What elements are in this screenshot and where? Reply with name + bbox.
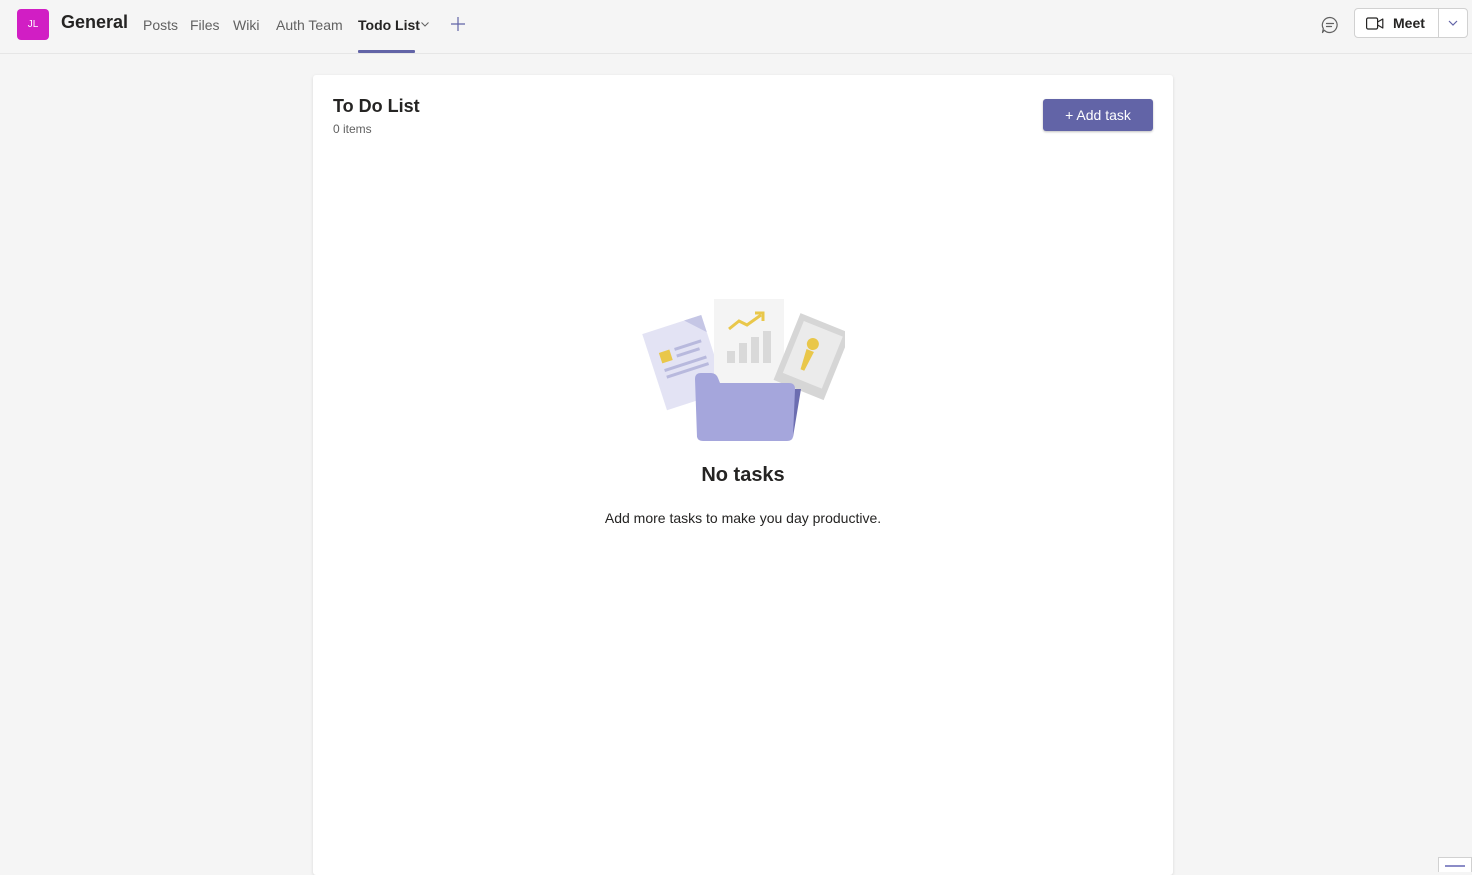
active-tab-indicator bbox=[358, 50, 415, 53]
video-camera-icon bbox=[1366, 17, 1384, 30]
empty-state-title: No tasks bbox=[701, 464, 785, 486]
conversation-icon[interactable] bbox=[1320, 15, 1340, 35]
tab-todo-list[interactable]: Todo List bbox=[358, 17, 420, 33]
item-count: 0 items bbox=[333, 122, 372, 136]
team-avatar[interactable]: JL bbox=[17, 9, 49, 40]
tab-options-chevron-icon[interactable] bbox=[420, 19, 430, 29]
channel-title: General bbox=[61, 12, 129, 32]
add-tab-plus-icon[interactable] bbox=[450, 16, 466, 32]
tab-auth-team[interactable]: Auth Team bbox=[276, 17, 343, 33]
tab-posts[interactable]: Posts bbox=[143, 17, 178, 33]
meet-button-group: Meet bbox=[1354, 8, 1468, 38]
meet-label: Meet bbox=[1393, 15, 1425, 31]
meet-options-button[interactable] bbox=[1439, 9, 1467, 37]
tab-files[interactable]: Files bbox=[190, 17, 220, 33]
todo-list-card: To Do List 0 items + Add task No tasks A… bbox=[313, 75, 1173, 875]
tab-wiki[interactable]: Wiki bbox=[233, 17, 259, 33]
panel-handle-bar bbox=[1445, 865, 1465, 867]
empty-state-description: Add more tasks to make you day productiv… bbox=[604, 510, 882, 526]
todo-list-title: To Do List bbox=[333, 96, 420, 116]
add-task-button[interactable]: + Add task bbox=[1043, 99, 1153, 131]
chevron-down-icon bbox=[1448, 20, 1458, 26]
meet-button[interactable]: Meet bbox=[1355, 9, 1438, 37]
channel-header: JL General Posts Files Wiki Auth Team To… bbox=[0, 0, 1472, 54]
corner-panel-handle[interactable] bbox=[1438, 857, 1472, 872]
empty-folder-illustration bbox=[642, 299, 845, 441]
